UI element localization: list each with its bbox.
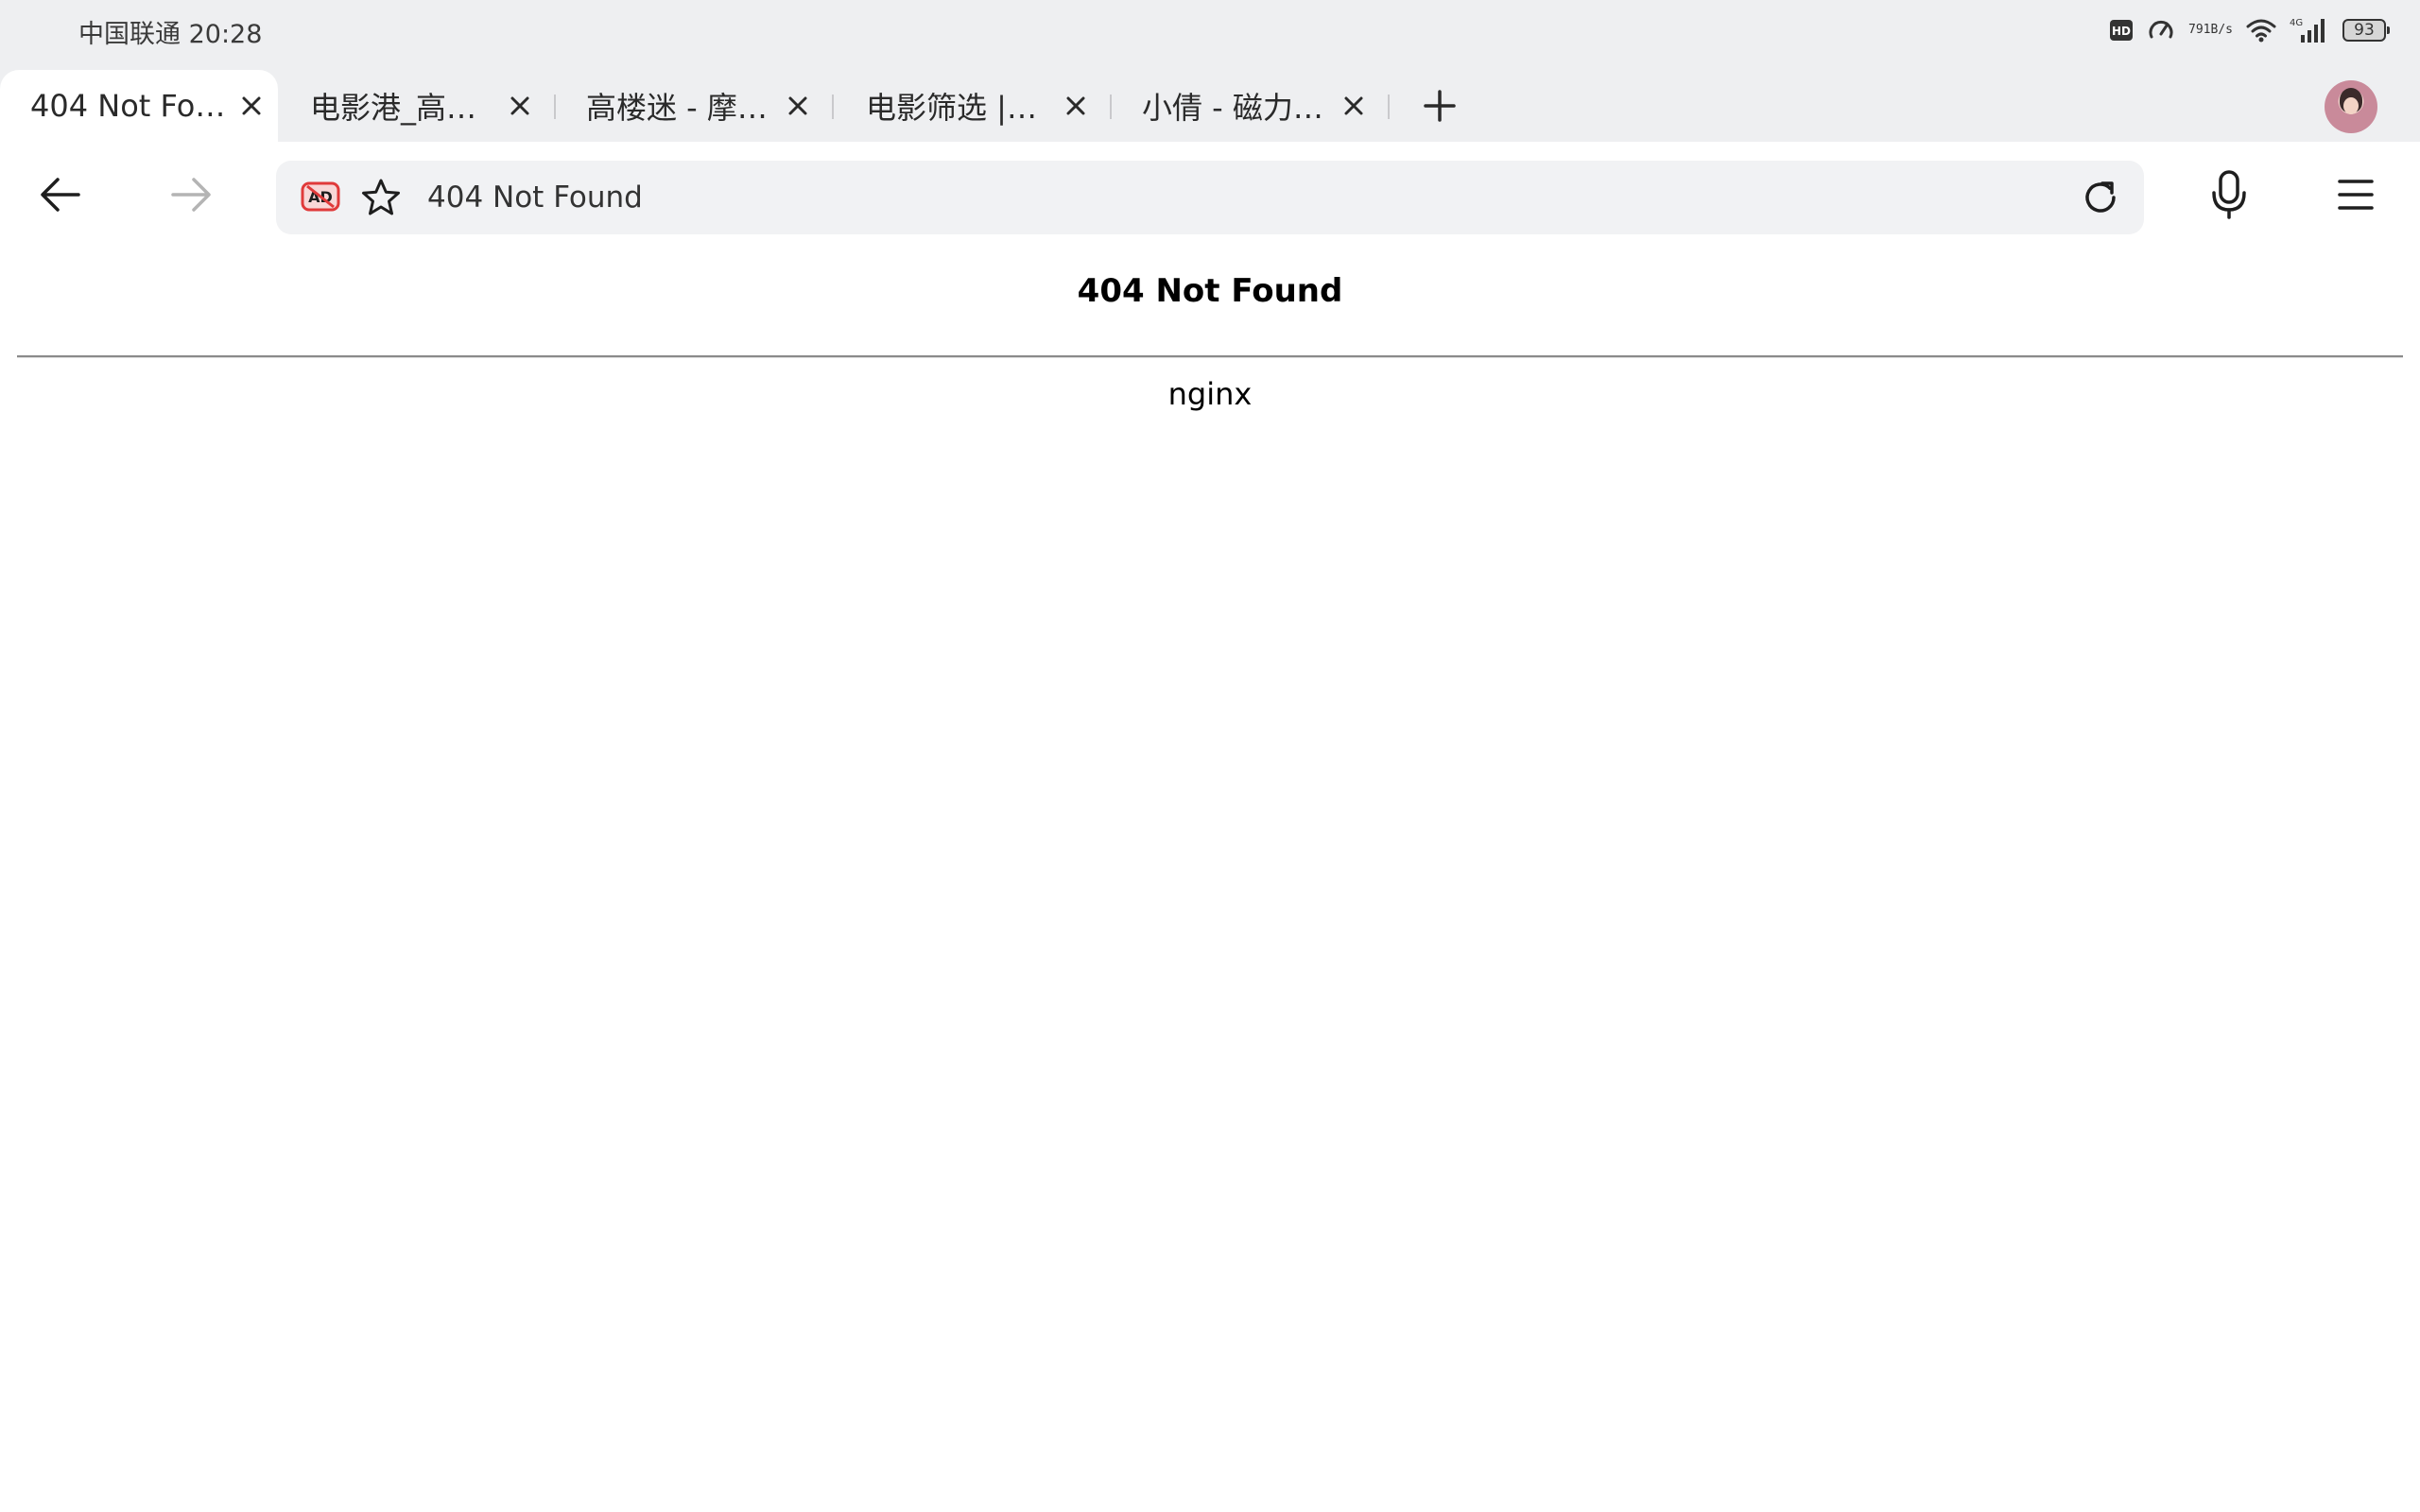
tab-close-icon[interactable] xyxy=(1063,93,1089,119)
page-content: 404 Not Found nginx xyxy=(0,253,2420,1512)
divider xyxy=(17,355,2403,358)
tab-strip: 404 Not Fo… 电影港_高… 高楼迷 - 摩… 电影筛选 |… 小倩 -… xyxy=(0,70,2420,142)
svg-text:HD: HD xyxy=(2112,25,2131,38)
battery-indicator: 93 xyxy=(2342,19,2390,42)
tab-close-icon[interactable] xyxy=(1340,93,1367,119)
browser-toolbar: AD 404 Not Found xyxy=(0,142,2420,253)
wifi-icon xyxy=(2246,18,2276,43)
back-arrow-icon[interactable] xyxy=(36,170,85,219)
tab-title: 电影港_高… xyxy=(310,90,477,126)
bookmark-star-icon[interactable] xyxy=(361,178,401,217)
address-bar[interactable]: AD 404 Not Found xyxy=(276,161,2144,234)
tab-separator xyxy=(1110,94,1112,119)
svg-text:4G: 4G xyxy=(2290,18,2303,28)
tab-close-icon[interactable] xyxy=(507,93,533,119)
tab-close-icon[interactable] xyxy=(238,93,265,119)
address-text[interactable]: 404 Not Found xyxy=(427,161,643,234)
new-tab-plus-icon[interactable] xyxy=(1423,89,1457,123)
tab-movie-filter[interactable]: 电影筛选 |… xyxy=(839,70,1095,142)
carrier-time: 中国联通 20:28 xyxy=(78,20,263,49)
tab-title: 404 Not Fo… xyxy=(30,88,226,124)
tab-xiaoqian-magnet[interactable]: 小倩 - 磁力… xyxy=(1117,70,1373,142)
status-bar: 中国联通 20:28 HD 791 B/s 4G 93 xyxy=(0,0,2420,62)
net-speed: 791 B/s xyxy=(2188,23,2233,37)
tab-title: 高楼迷 - 摩… xyxy=(586,90,768,126)
tab-separator xyxy=(554,94,556,119)
server-signature: nginx xyxy=(1167,376,1253,412)
forward-arrow-icon[interactable] xyxy=(166,170,216,219)
status-icons: HD 791 B/s 4G 93 xyxy=(2109,13,2390,47)
tab-title: 电影筛选 |… xyxy=(866,90,1037,126)
reload-icon[interactable] xyxy=(2082,179,2119,216)
tab-movie-port[interactable]: 电影港_高… xyxy=(284,70,539,142)
microphone-icon[interactable] xyxy=(2204,170,2254,219)
tab-separator xyxy=(832,94,834,119)
hd-icon: HD xyxy=(2109,19,2134,42)
tab-skyscraper-fans[interactable]: 高楼迷 - 摩… xyxy=(562,70,817,142)
page-heading: 404 Not Found xyxy=(1077,272,1343,310)
cellular-signal-icon: 4G xyxy=(2290,16,2329,44)
menu-hamburger-icon[interactable] xyxy=(2331,170,2380,219)
tab-title: 小倩 - 磁力… xyxy=(1142,90,1323,126)
ad-block-icon[interactable]: AD xyxy=(301,181,340,212)
tab-close-icon[interactable] xyxy=(785,93,811,119)
speed-meter-icon xyxy=(2147,16,2175,44)
tab-404-not-found[interactable]: 404 Not Fo… xyxy=(0,70,278,142)
tab-separator xyxy=(1388,94,1390,119)
user-avatar[interactable] xyxy=(2325,80,2377,133)
